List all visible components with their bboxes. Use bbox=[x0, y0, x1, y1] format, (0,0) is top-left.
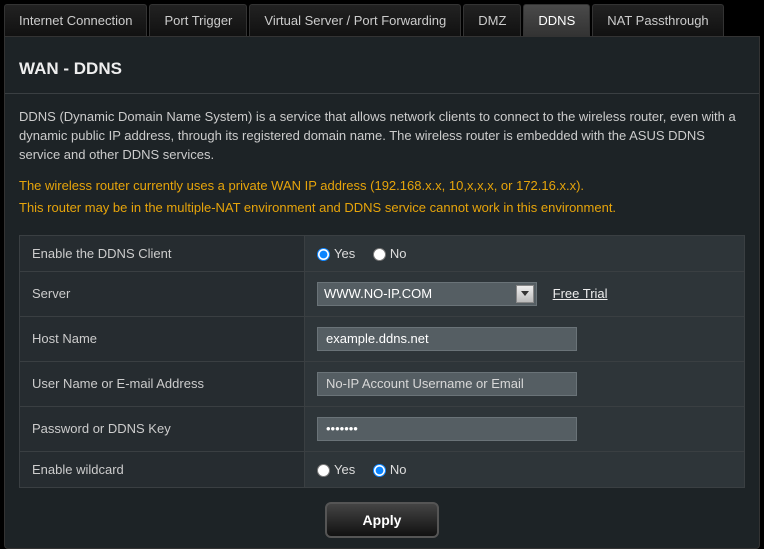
enable-ddns-no-radio[interactable] bbox=[373, 248, 386, 261]
password-label: Password or DDNS Key bbox=[20, 406, 305, 451]
divider bbox=[5, 93, 759, 94]
warning-line-2: This router may be in the multiple-NAT e… bbox=[5, 199, 759, 221]
enable-wildcard-label: Enable wildcard bbox=[20, 451, 305, 487]
username-input[interactable] bbox=[317, 372, 577, 396]
yes-text: Yes bbox=[334, 246, 355, 261]
tab-port-trigger[interactable]: Port Trigger bbox=[149, 4, 247, 36]
free-trial-link[interactable]: Free Trial bbox=[553, 286, 608, 301]
server-label: Server bbox=[20, 271, 305, 316]
tab-ddns[interactable]: DDNS bbox=[523, 4, 590, 36]
content-panel: WAN - DDNS DDNS (Dynamic Domain Name Sys… bbox=[4, 36, 760, 549]
tab-internet-connection[interactable]: Internet Connection bbox=[4, 4, 147, 36]
enable-ddns-client-radio-group: Yes No bbox=[317, 246, 420, 261]
chevron-down-icon[interactable] bbox=[516, 285, 534, 303]
enable-ddns-yes-label[interactable]: Yes bbox=[317, 246, 355, 261]
tab-virtual-server[interactable]: Virtual Server / Port Forwarding bbox=[249, 4, 461, 36]
warning-line-1: The wireless router currently uses a pri… bbox=[5, 177, 759, 199]
no-text-2: No bbox=[390, 462, 407, 477]
hostname-input[interactable] bbox=[317, 327, 577, 351]
password-input[interactable] bbox=[317, 417, 577, 441]
page-description: DDNS (Dynamic Domain Name System) is a s… bbox=[5, 108, 759, 177]
apply-button[interactable]: Apply bbox=[325, 502, 440, 538]
apply-row: Apply bbox=[5, 488, 759, 538]
wildcard-no-label[interactable]: No bbox=[373, 462, 407, 477]
page-title: WAN - DDNS bbox=[5, 37, 759, 93]
enable-ddns-yes-radio[interactable] bbox=[317, 248, 330, 261]
enable-ddns-client-label: Enable the DDNS Client bbox=[20, 235, 305, 271]
yes-text-2: Yes bbox=[334, 462, 355, 477]
username-label: User Name or E-mail Address bbox=[20, 361, 305, 406]
enable-wildcard-radio-group: Yes No bbox=[317, 462, 420, 477]
tab-bar: Internet Connection Port Trigger Virtual… bbox=[0, 0, 764, 36]
tab-dmz[interactable]: DMZ bbox=[463, 4, 521, 36]
no-text: No bbox=[390, 246, 407, 261]
wildcard-no-radio[interactable] bbox=[373, 464, 386, 477]
wildcard-yes-radio[interactable] bbox=[317, 464, 330, 477]
tab-nat-passthrough[interactable]: NAT Passthrough bbox=[592, 4, 723, 36]
enable-ddns-no-label[interactable]: No bbox=[373, 246, 407, 261]
hostname-label: Host Name bbox=[20, 316, 305, 361]
settings-table: Enable the DDNS Client Yes No Server WWW… bbox=[19, 235, 745, 488]
wildcard-yes-label[interactable]: Yes bbox=[317, 462, 355, 477]
server-select[interactable]: WWW.NO-IP.COM bbox=[317, 282, 537, 306]
server-select-value: WWW.NO-IP.COM bbox=[324, 286, 432, 301]
